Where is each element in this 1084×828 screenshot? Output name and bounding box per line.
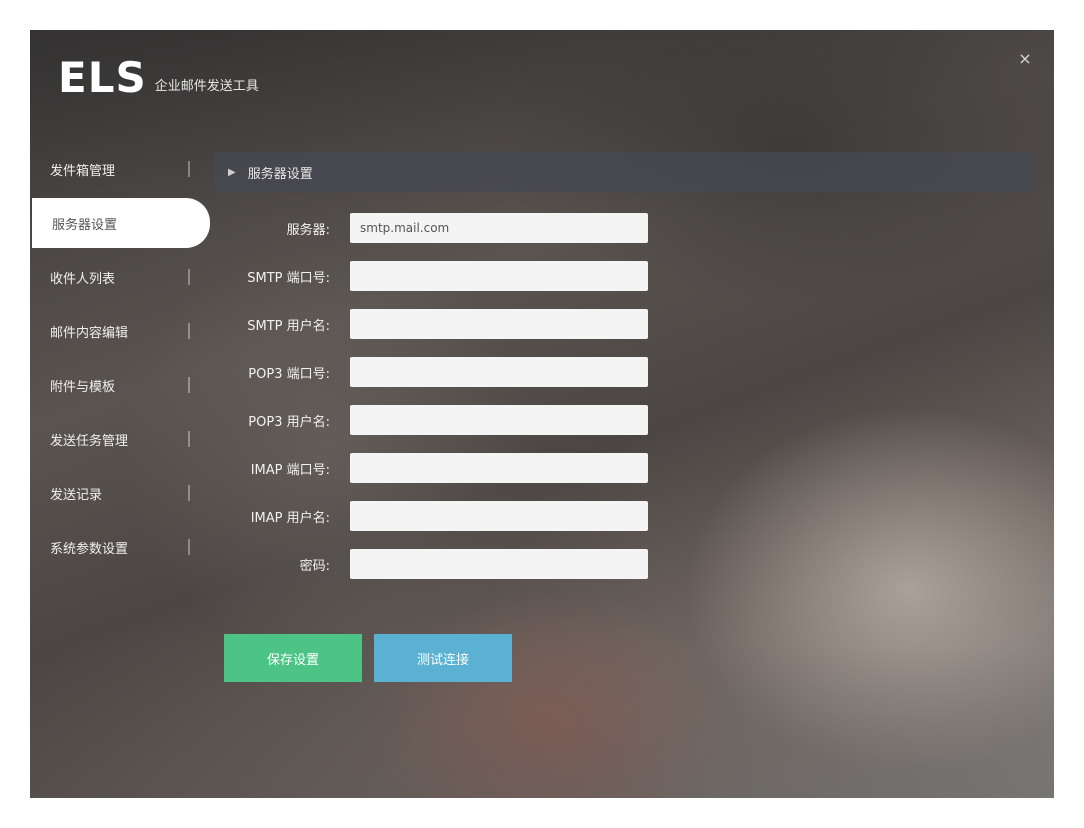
sidebar-divider: [188, 431, 190, 447]
sidebar: 发件箱管理 服务器设置 收件人列表 邮件内容编辑 附件与模板 发送任务管理 发送…: [30, 142, 210, 574]
password-input[interactable]: [350, 549, 648, 579]
main-content: ▶ 服务器设置 服务器: SMTP 端口号: SMTP 用户名: POP3 端口…: [214, 152, 1034, 588]
sidebar-item-tasks[interactable]: 发送任务管理: [30, 412, 210, 466]
sidebar-divider: [188, 485, 190, 501]
form-row-imap-port: IMAP 端口号:: [214, 444, 1034, 492]
app-logo: ELS 企业邮件发送工具: [58, 56, 259, 100]
form-row-pop3-port: POP3 端口号:: [214, 348, 1034, 396]
sidebar-item-recipients[interactable]: 收件人列表: [30, 250, 210, 304]
sidebar-item-label: 收件人列表: [50, 271, 116, 287]
server-input[interactable]: [350, 213, 648, 243]
sidebar-divider: [188, 269, 190, 285]
sidebar-item-content[interactable]: 邮件内容编辑: [30, 304, 210, 358]
app-window: × ELS 企业邮件发送工具 发件箱管理 服务器设置 收件人列表 邮件内容编辑 …: [30, 30, 1054, 798]
imap-user-input[interactable]: [350, 501, 648, 531]
sidebar-item-sender-accounts[interactable]: 发件箱管理: [30, 142, 210, 196]
imap-port-label: IMAP 端口号:: [250, 462, 330, 478]
sidebar-item-records[interactable]: 发送记录: [30, 466, 210, 520]
sidebar-divider: [188, 539, 190, 555]
smtp-port-label: SMTP 端口号:: [247, 270, 330, 286]
section-header: ▶ 服务器设置: [214, 152, 1034, 192]
form-row-password: 密码:: [214, 540, 1034, 588]
form-row-server: 服务器:: [214, 204, 1034, 252]
pop3-port-label: POP3 端口号:: [248, 366, 330, 382]
smtp-port-input[interactable]: [350, 261, 648, 291]
form-row-imap-user: IMAP 用户名:: [214, 492, 1034, 540]
imap-port-input[interactable]: [350, 453, 648, 483]
form-row-pop3-user: POP3 用户名:: [214, 396, 1034, 444]
chevron-right-icon: ▶: [228, 166, 236, 178]
pop3-user-label: POP3 用户名:: [248, 414, 330, 430]
close-icon[interactable]: ×: [1014, 48, 1036, 70]
sidebar-item-label: 发送任务管理: [50, 433, 129, 449]
sidebar-item-label: 附件与模板: [50, 379, 116, 395]
sidebar-divider: [188, 323, 190, 339]
sidebar-item-label: 邮件内容编辑: [50, 325, 129, 341]
smtp-user-label: SMTP 用户名:: [247, 318, 330, 334]
sidebar-divider: [188, 161, 190, 177]
sidebar-item-label: 发件箱管理: [50, 163, 116, 179]
sidebar-item-server-settings[interactable]: 服务器设置: [32, 198, 210, 248]
form-actions: 保存设置 测试连接: [224, 634, 524, 682]
server-settings-form: 服务器: SMTP 端口号: SMTP 用户名: POP3 端口号: POP3 …: [214, 204, 1034, 588]
section-title: 服务器设置: [247, 166, 313, 182]
form-row-smtp-user: SMTP 用户名:: [214, 300, 1034, 348]
pop3-port-input[interactable]: [350, 357, 648, 387]
test-connection-button[interactable]: 测试连接: [374, 634, 512, 682]
sidebar-item-label: 服务器设置: [52, 217, 118, 233]
logo-subtitle: 企业邮件发送工具: [154, 79, 259, 94]
sidebar-item-label: 发送记录: [50, 487, 103, 503]
password-label: 密码:: [299, 558, 330, 574]
pop3-user-input[interactable]: [350, 405, 648, 435]
logo-mark: ELS: [58, 53, 147, 102]
sidebar-item-attachments[interactable]: 附件与模板: [30, 358, 210, 412]
sidebar-item-system[interactable]: 系统参数设置: [30, 520, 210, 574]
save-button[interactable]: 保存设置: [224, 634, 362, 682]
sidebar-divider: [188, 377, 190, 393]
smtp-user-input[interactable]: [350, 309, 648, 339]
sidebar-item-label: 系统参数设置: [50, 541, 129, 557]
form-row-smtp-port: SMTP 端口号:: [214, 252, 1034, 300]
server-label: 服务器:: [286, 222, 330, 238]
imap-user-label: IMAP 用户名:: [250, 510, 330, 526]
